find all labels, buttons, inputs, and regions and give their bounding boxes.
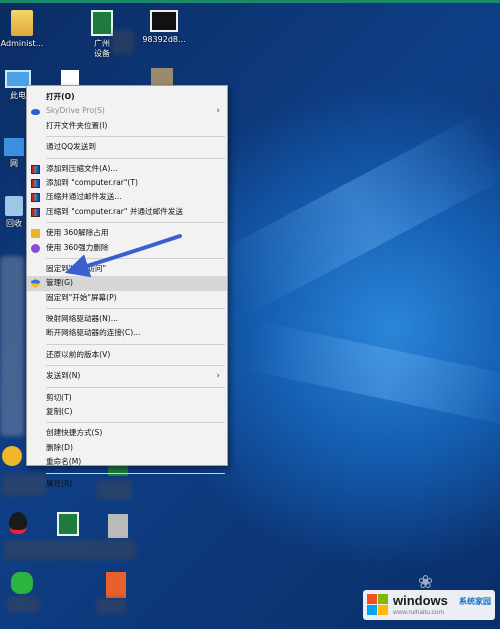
- wechat-icon: [11, 572, 33, 594]
- user-folder-icon: [11, 10, 33, 36]
- qq-icon: [9, 512, 27, 534]
- blurred-region: [6, 596, 40, 612]
- windows-logo-icon: [367, 594, 389, 616]
- menu-item-label: 发送到(N): [46, 371, 81, 381]
- wallpaper-light-beam: [213, 113, 500, 316]
- menu-item[interactable]: 压缩到 "computer.rar" 并通过邮件发送: [27, 205, 227, 219]
- menu-item-label: 剪切(T): [46, 392, 72, 402]
- menu-item-label: 添加到压缩文件(A)...: [46, 163, 118, 173]
- blurred-region: [4, 540, 136, 560]
- chevron-right-icon: ›: [216, 371, 220, 382]
- menu-item-label: 压缩到 "computer.rar" 并通过邮件发送: [46, 206, 183, 216]
- 360-delete-icon: [31, 243, 40, 253]
- menu-item-label: 使用 360解除占用: [46, 228, 109, 238]
- excel-icon: [57, 512, 79, 536]
- 360-unlock-icon: [31, 229, 40, 239]
- menu-separator: [46, 222, 225, 224]
- shield-icon: [31, 279, 40, 289]
- video-thumbnail-icon: [150, 10, 178, 32]
- menu-item-label: 打开(O): [46, 92, 75, 101]
- document-icon: [108, 514, 128, 538]
- menu-item[interactable]: 属性(R): [27, 477, 227, 491]
- menu-item[interactable]: 打开(O): [27, 90, 227, 104]
- menu-item-label: 管理(G): [46, 278, 73, 288]
- watermark: windows 系统家园 www.ruihaitu.com: [363, 590, 495, 620]
- menu-item-label: 还原以前的版本(V): [46, 349, 111, 359]
- menu-item[interactable]: 创建快捷方式(S): [27, 426, 227, 440]
- menu-item-label: 断开网络驱动器的连接(C)...: [46, 328, 141, 338]
- winrar-icon: [31, 207, 40, 217]
- powerpoint-icon: [106, 572, 126, 598]
- desktop-icon-label: 98392d8...: [142, 35, 186, 44]
- wallpaper-light-beam: [244, 320, 500, 428]
- desktop-icon-wechat[interactable]: [0, 572, 52, 594]
- menu-item[interactable]: 添加到 "computer.rar"(T): [27, 176, 227, 190]
- menu-item[interactable]: 映射网络驱动器(N)...: [27, 312, 227, 326]
- top-strip: [0, 0, 500, 3]
- menu-item[interactable]: 使用 360强力删除: [27, 241, 227, 255]
- menu-item-label: 使用 360强力删除: [46, 242, 109, 252]
- watermark-url: www.ruihaitu.com: [393, 609, 444, 616]
- menu-item-label: 添加到 "computer.rar"(T): [46, 177, 138, 187]
- menu-item-label: 删除(D): [46, 442, 73, 452]
- menu-item[interactable]: 发送到(N) ›: [27, 369, 227, 383]
- menu-separator: [46, 386, 225, 388]
- watermark-text: windows: [393, 593, 448, 608]
- recycle-bin-icon: [5, 196, 23, 216]
- menu-separator: [46, 308, 225, 310]
- menu-item-label: 固定到"快速访问": [46, 263, 107, 273]
- menu-item[interactable]: 管理(G): [27, 276, 227, 291]
- menu-separator: [46, 365, 225, 367]
- menu-item-label: 映射网络驱动器(N)...: [46, 314, 119, 324]
- menu-separator: [46, 422, 225, 424]
- menu-item-label: 重命名(M): [46, 457, 82, 467]
- desktop-icon-label: Administ...: [0, 39, 44, 48]
- winrar-icon: [31, 193, 40, 203]
- menu-separator: [46, 343, 225, 345]
- desktop-icon-ppt[interactable]: [86, 572, 146, 598]
- blurred-region: [96, 598, 126, 614]
- menu-item-label: 通过QQ发送到: [46, 142, 96, 152]
- winrar-icon: [31, 164, 40, 174]
- menu-item-label: SkyDrive Pro(S): [46, 106, 105, 116]
- menu-item[interactable]: 压缩并通过邮件发送...: [27, 190, 227, 204]
- blurred-region: [0, 256, 24, 436]
- desktop-icon-video[interactable]: 98392d8...: [134, 10, 194, 45]
- watermark-cn: 系统家园: [459, 597, 491, 606]
- blurred-region: [112, 30, 134, 54]
- menu-item-label: 属性(R): [46, 478, 73, 488]
- menu-item[interactable]: 固定到"开始"屏幕(P): [27, 291, 227, 305]
- menu-item-label: 复制(C): [46, 407, 73, 417]
- menu-item[interactable]: 还原以前的版本(V): [27, 348, 227, 362]
- menu-separator: [46, 136, 225, 138]
- excel-icon: [91, 10, 113, 36]
- winrar-icon: [31, 178, 40, 188]
- menu-item: SkyDrive Pro(S) ›: [27, 104, 227, 118]
- desktop-icon-file[interactable]: [88, 514, 148, 538]
- menu-item[interactable]: 删除(D): [27, 441, 227, 455]
- menu-item-label: 压缩并通过邮件发送...: [46, 192, 122, 202]
- menu-item[interactable]: 复制(C): [27, 405, 227, 419]
- menu-separator: [46, 472, 225, 474]
- context-menu: 打开(O) SkyDrive Pro(S) › 打开文件夹位置(I) 通过QQ发送到添加…: [26, 85, 228, 488]
- cloud-icon: [31, 109, 40, 116]
- menu-item[interactable]: 使用 360解除占用: [27, 226, 227, 240]
- network-icon: [4, 138, 24, 156]
- menu-item-label: 固定到"开始"屏幕(P): [46, 292, 117, 302]
- menu-item[interactable]: 剪切(T): [27, 391, 227, 405]
- menu-item[interactable]: 打开文件夹位置(I): [27, 119, 227, 133]
- menu-item[interactable]: 重命名(M): [27, 455, 227, 469]
- menu-item[interactable]: 固定到"快速访问": [27, 262, 227, 276]
- menu-separator: [46, 157, 225, 159]
- menu-item-label: 打开文件夹位置(I): [46, 120, 108, 130]
- menu-item[interactable]: 断开网络驱动器的连接(C)...: [27, 326, 227, 340]
- game-icon: [2, 446, 22, 466]
- menu-separator: [46, 257, 225, 259]
- menu-item-label: 创建快捷方式(S): [46, 428, 103, 438]
- menu-item[interactable]: 添加到压缩文件(A)...: [27, 162, 227, 176]
- desktop-icon-administrator[interactable]: Administ...: [0, 10, 52, 49]
- menu-item[interactable]: 通过QQ发送到: [27, 140, 227, 154]
- chevron-right-icon: ›: [216, 106, 220, 117]
